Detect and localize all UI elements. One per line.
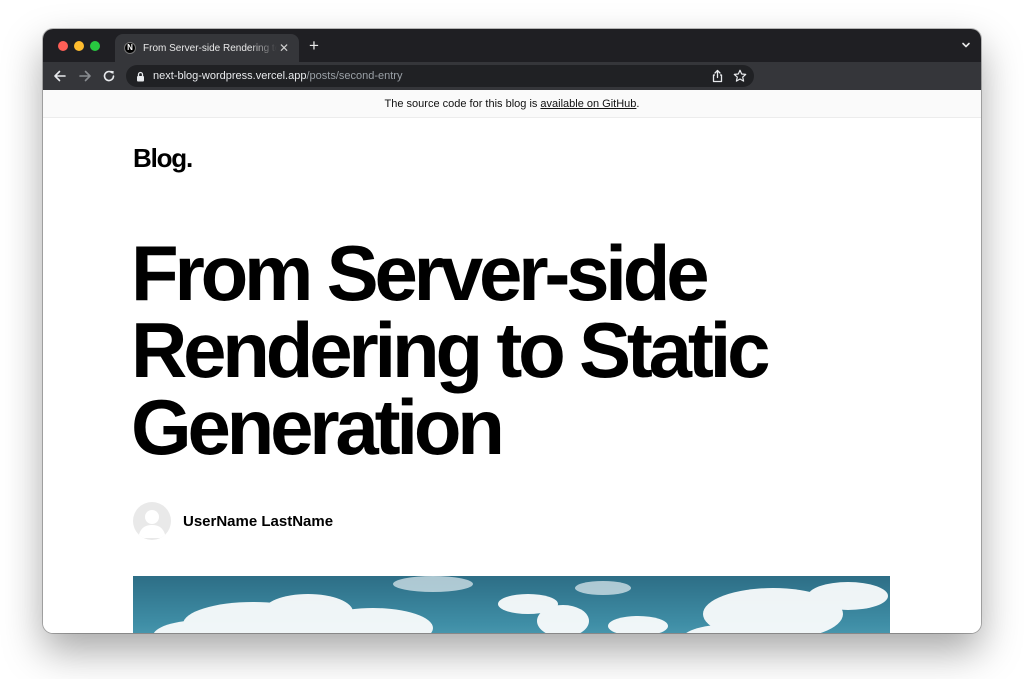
tab-close-icon[interactable]: ✕ — [277, 41, 291, 55]
tab-active[interactable]: N From Server-side Rendering to Static G… — [115, 34, 299, 62]
post-title: From Server-side Rendering to Static Gen… — [131, 229, 770, 471]
close-window-button[interactable] — [58, 41, 68, 51]
browser-toolbar: next-blog-wordpress.vercel.app/posts/sec… — [43, 62, 981, 90]
tab-title: From Server-side Rendering to Static Gen… — [143, 42, 277, 54]
url-path: /posts/second-entry — [306, 70, 403, 82]
sky-clouds-image — [153, 576, 888, 633]
cover-image[interactable] — [133, 576, 890, 633]
browser-window: N From Server-side Rendering to Static G… — [43, 29, 981, 633]
post-author: UserName LastName — [133, 502, 333, 540]
maximize-window-button[interactable] — [90, 41, 100, 51]
tab-strip: N From Server-side Rendering to Static G… — [43, 29, 981, 62]
address-url[interactable]: next-blog-wordpress.vercel.app/posts/sec… — [153, 70, 402, 82]
address-bar[interactable]: next-blog-wordpress.vercel.app/posts/sec… — [126, 65, 754, 87]
banner-text: The source code for this blog is — [384, 97, 538, 110]
page-viewport: The source code for this blog is availab… — [43, 90, 981, 633]
back-arrow-icon[interactable] — [53, 69, 67, 83]
banner-suffix: . — [636, 97, 640, 110]
avatar-placeholder-icon — [133, 502, 171, 540]
lock-icon — [137, 71, 144, 81]
url-host: next-blog-wordpress.vercel.app — [153, 70, 307, 82]
nextjs-favicon-icon: N — [124, 42, 136, 54]
tab-menu-chevron-down-icon[interactable] — [961, 40, 971, 50]
new-tab-plus-icon[interactable]: + — [309, 37, 319, 54]
author-name: UserName LastName — [183, 512, 334, 530]
forward-arrow-icon[interactable] — [78, 69, 92, 83]
blog-home-link[interactable]: Blog. — [133, 143, 193, 174]
source-code-banner: The source code for this blog is availab… — [43, 90, 981, 118]
github-link[interactable]: available on GitHub — [540, 98, 636, 110]
minimize-window-button[interactable] — [74, 41, 84, 51]
share-icon[interactable] — [711, 69, 724, 83]
reload-icon[interactable] — [102, 69, 116, 83]
bookmark-star-icon[interactable] — [733, 69, 747, 83]
